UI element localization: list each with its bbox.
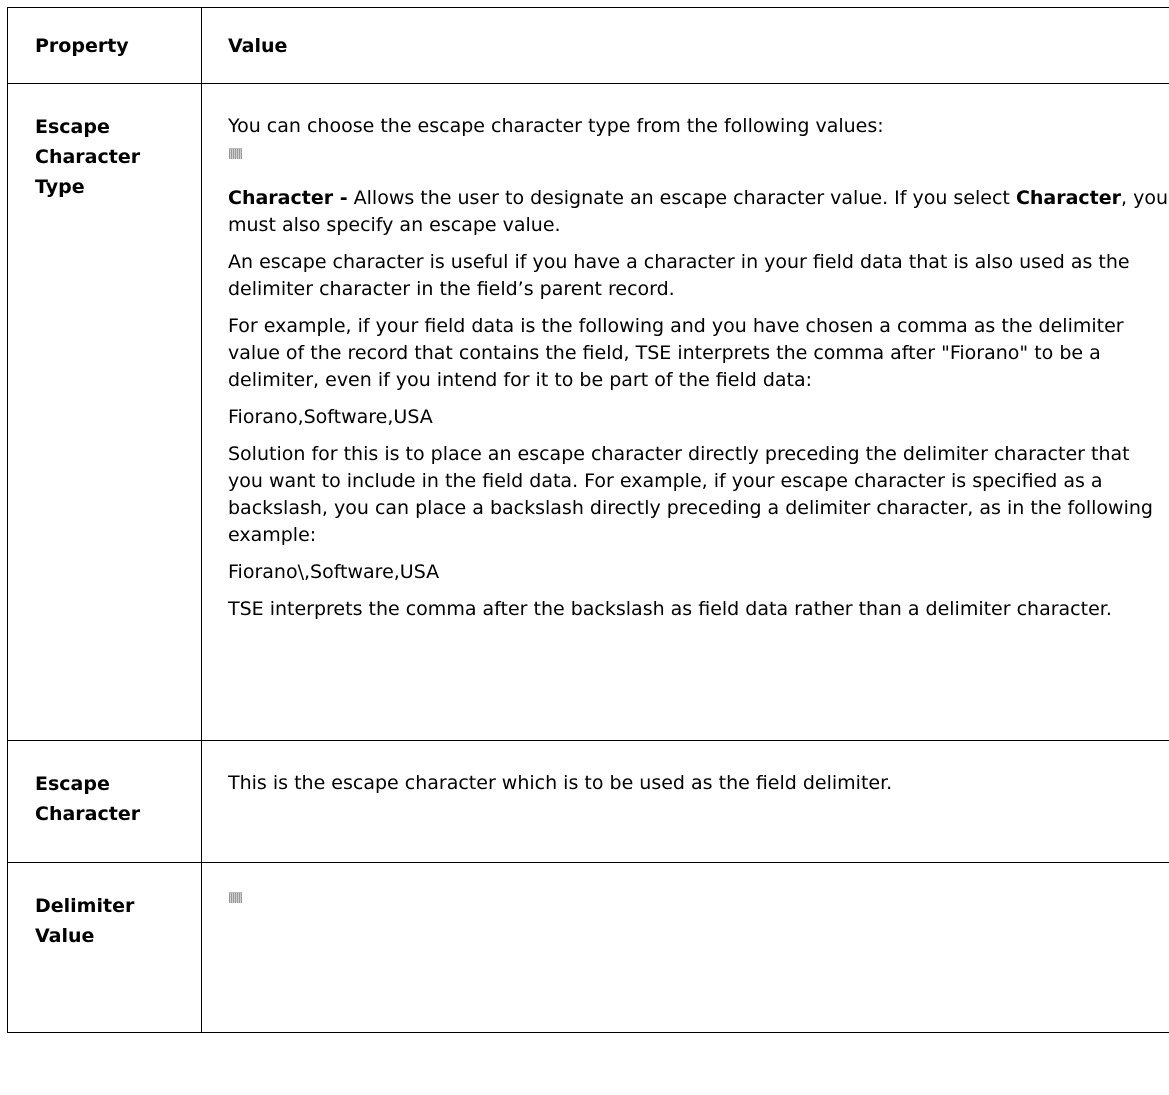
property-name-line: Value — [35, 925, 95, 947]
table-row: Escape Character This is the escape char… — [7, 740, 1169, 863]
interprets-paragraph: TSE interprets the comma after the backs… — [228, 598, 1112, 620]
character-term-inline: Character — [1015, 187, 1122, 209]
example-paragraph: For example, if your field data is the f… — [228, 315, 1124, 391]
broken-image-icon — [229, 148, 242, 159]
example-text-1: Fiorano,Software,USA — [228, 406, 433, 428]
properties-table: Property Value Escape Character Type You… — [7, 7, 1169, 1033]
table-row: Escape Character Type You can choose the… — [7, 83, 1169, 741]
property-name-line: Delimiter — [35, 895, 135, 917]
property-cell: Escape Character — [7, 740, 202, 863]
value-text: This is the escape character which is to… — [228, 772, 893, 794]
property-name-line: Type — [35, 176, 85, 198]
property-name-line: Escape — [35, 116, 110, 138]
broken-image-icon — [229, 892, 242, 903]
solution-paragraph: Solution for this is to place an escape … — [228, 443, 1153, 546]
example-text-2: Fiorano\,Software,USA — [228, 561, 440, 583]
property-cell: Escape Character Type — [7, 83, 202, 741]
useful-paragraph: An escape character is useful if you hav… — [228, 251, 1130, 300]
header-value: Value — [201, 7, 1169, 84]
value-cell: This is the escape character which is to… — [201, 740, 1169, 863]
table-header-row: Property Value — [7, 7, 1169, 84]
value-cell: You can choose the escape character type… — [201, 83, 1169, 741]
property-cell: Delimiter Value — [7, 862, 202, 1033]
value-cell — [201, 862, 1169, 1033]
table-row: Delimiter Value — [7, 862, 1169, 1033]
header-property: Property — [7, 7, 202, 84]
character-paragraph: Character - Allows the user to designate… — [228, 185, 1169, 239]
character-desc-part: Allows the user to designate an escape c… — [347, 187, 1016, 209]
property-name-line: Escape — [35, 773, 110, 795]
character-term: Character - — [228, 187, 348, 209]
intro-paragraph: You can choose the escape character type… — [228, 115, 884, 137]
property-name-line: Character — [35, 803, 141, 825]
property-name-line: Character — [35, 146, 141, 168]
